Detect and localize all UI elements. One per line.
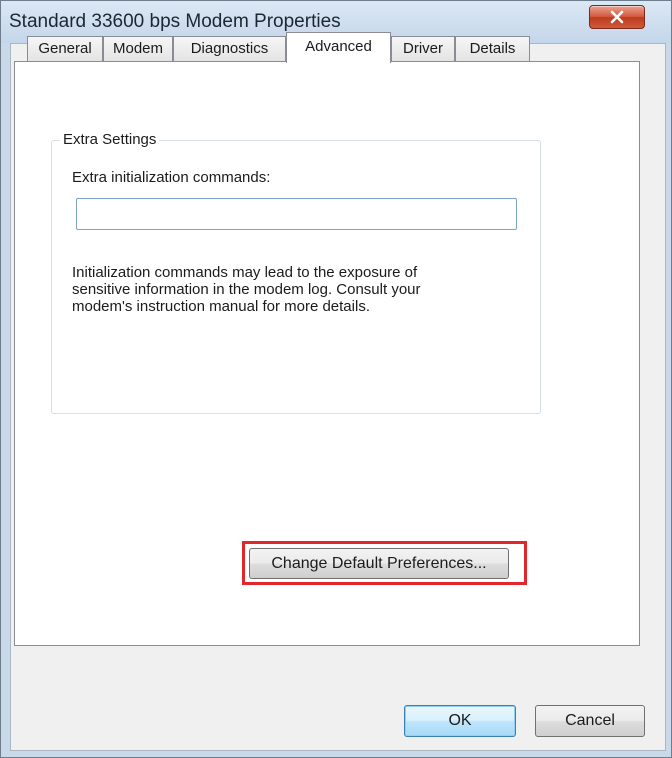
tab-label: Modem xyxy=(112,40,164,57)
tab-modem[interactable]: Modem xyxy=(103,36,173,62)
warning-line: sensitive information in the modem log. … xyxy=(72,281,421,298)
extra-init-commands-label: Extra initialization commands: xyxy=(72,169,271,186)
tab-driver[interactable]: Driver xyxy=(391,36,455,62)
tab-label: Diagnostics xyxy=(190,40,269,57)
tab-general[interactable]: General xyxy=(27,36,103,62)
tab-label: General xyxy=(38,40,92,57)
window-title: Standard 33600 bps Modem Properties xyxy=(9,11,341,32)
tab-label: Driver xyxy=(403,40,443,57)
cancel-button[interactable]: Cancel xyxy=(535,705,645,737)
group-title: Extra Settings xyxy=(60,131,160,148)
extra-init-commands-input[interactable] xyxy=(76,198,517,230)
tab-label: Details xyxy=(469,40,516,57)
init-commands-warning: Initialization commands may lead to the … xyxy=(72,264,502,315)
warning-line: Initialization commands may lead to the … xyxy=(72,264,418,281)
change-default-preferences-button[interactable]: Change Default Preferences... xyxy=(249,548,509,579)
tab-label: Advanced xyxy=(305,38,372,55)
warning-line: modem's instruction manual for more deta… xyxy=(72,298,370,315)
tab-advanced[interactable]: Advanced xyxy=(286,32,391,63)
close-button[interactable] xyxy=(589,5,645,29)
tab-diagnostics[interactable]: Diagnostics xyxy=(173,36,286,62)
extra-settings-group: Extra Settings Extra initialization comm… xyxy=(51,131,541,414)
modem-properties-window: Standard 33600 bps Modem Properties Gene… xyxy=(0,0,672,758)
close-icon xyxy=(610,10,624,24)
ok-button[interactable]: OK xyxy=(404,705,516,737)
tab-details[interactable]: Details xyxy=(455,36,530,62)
